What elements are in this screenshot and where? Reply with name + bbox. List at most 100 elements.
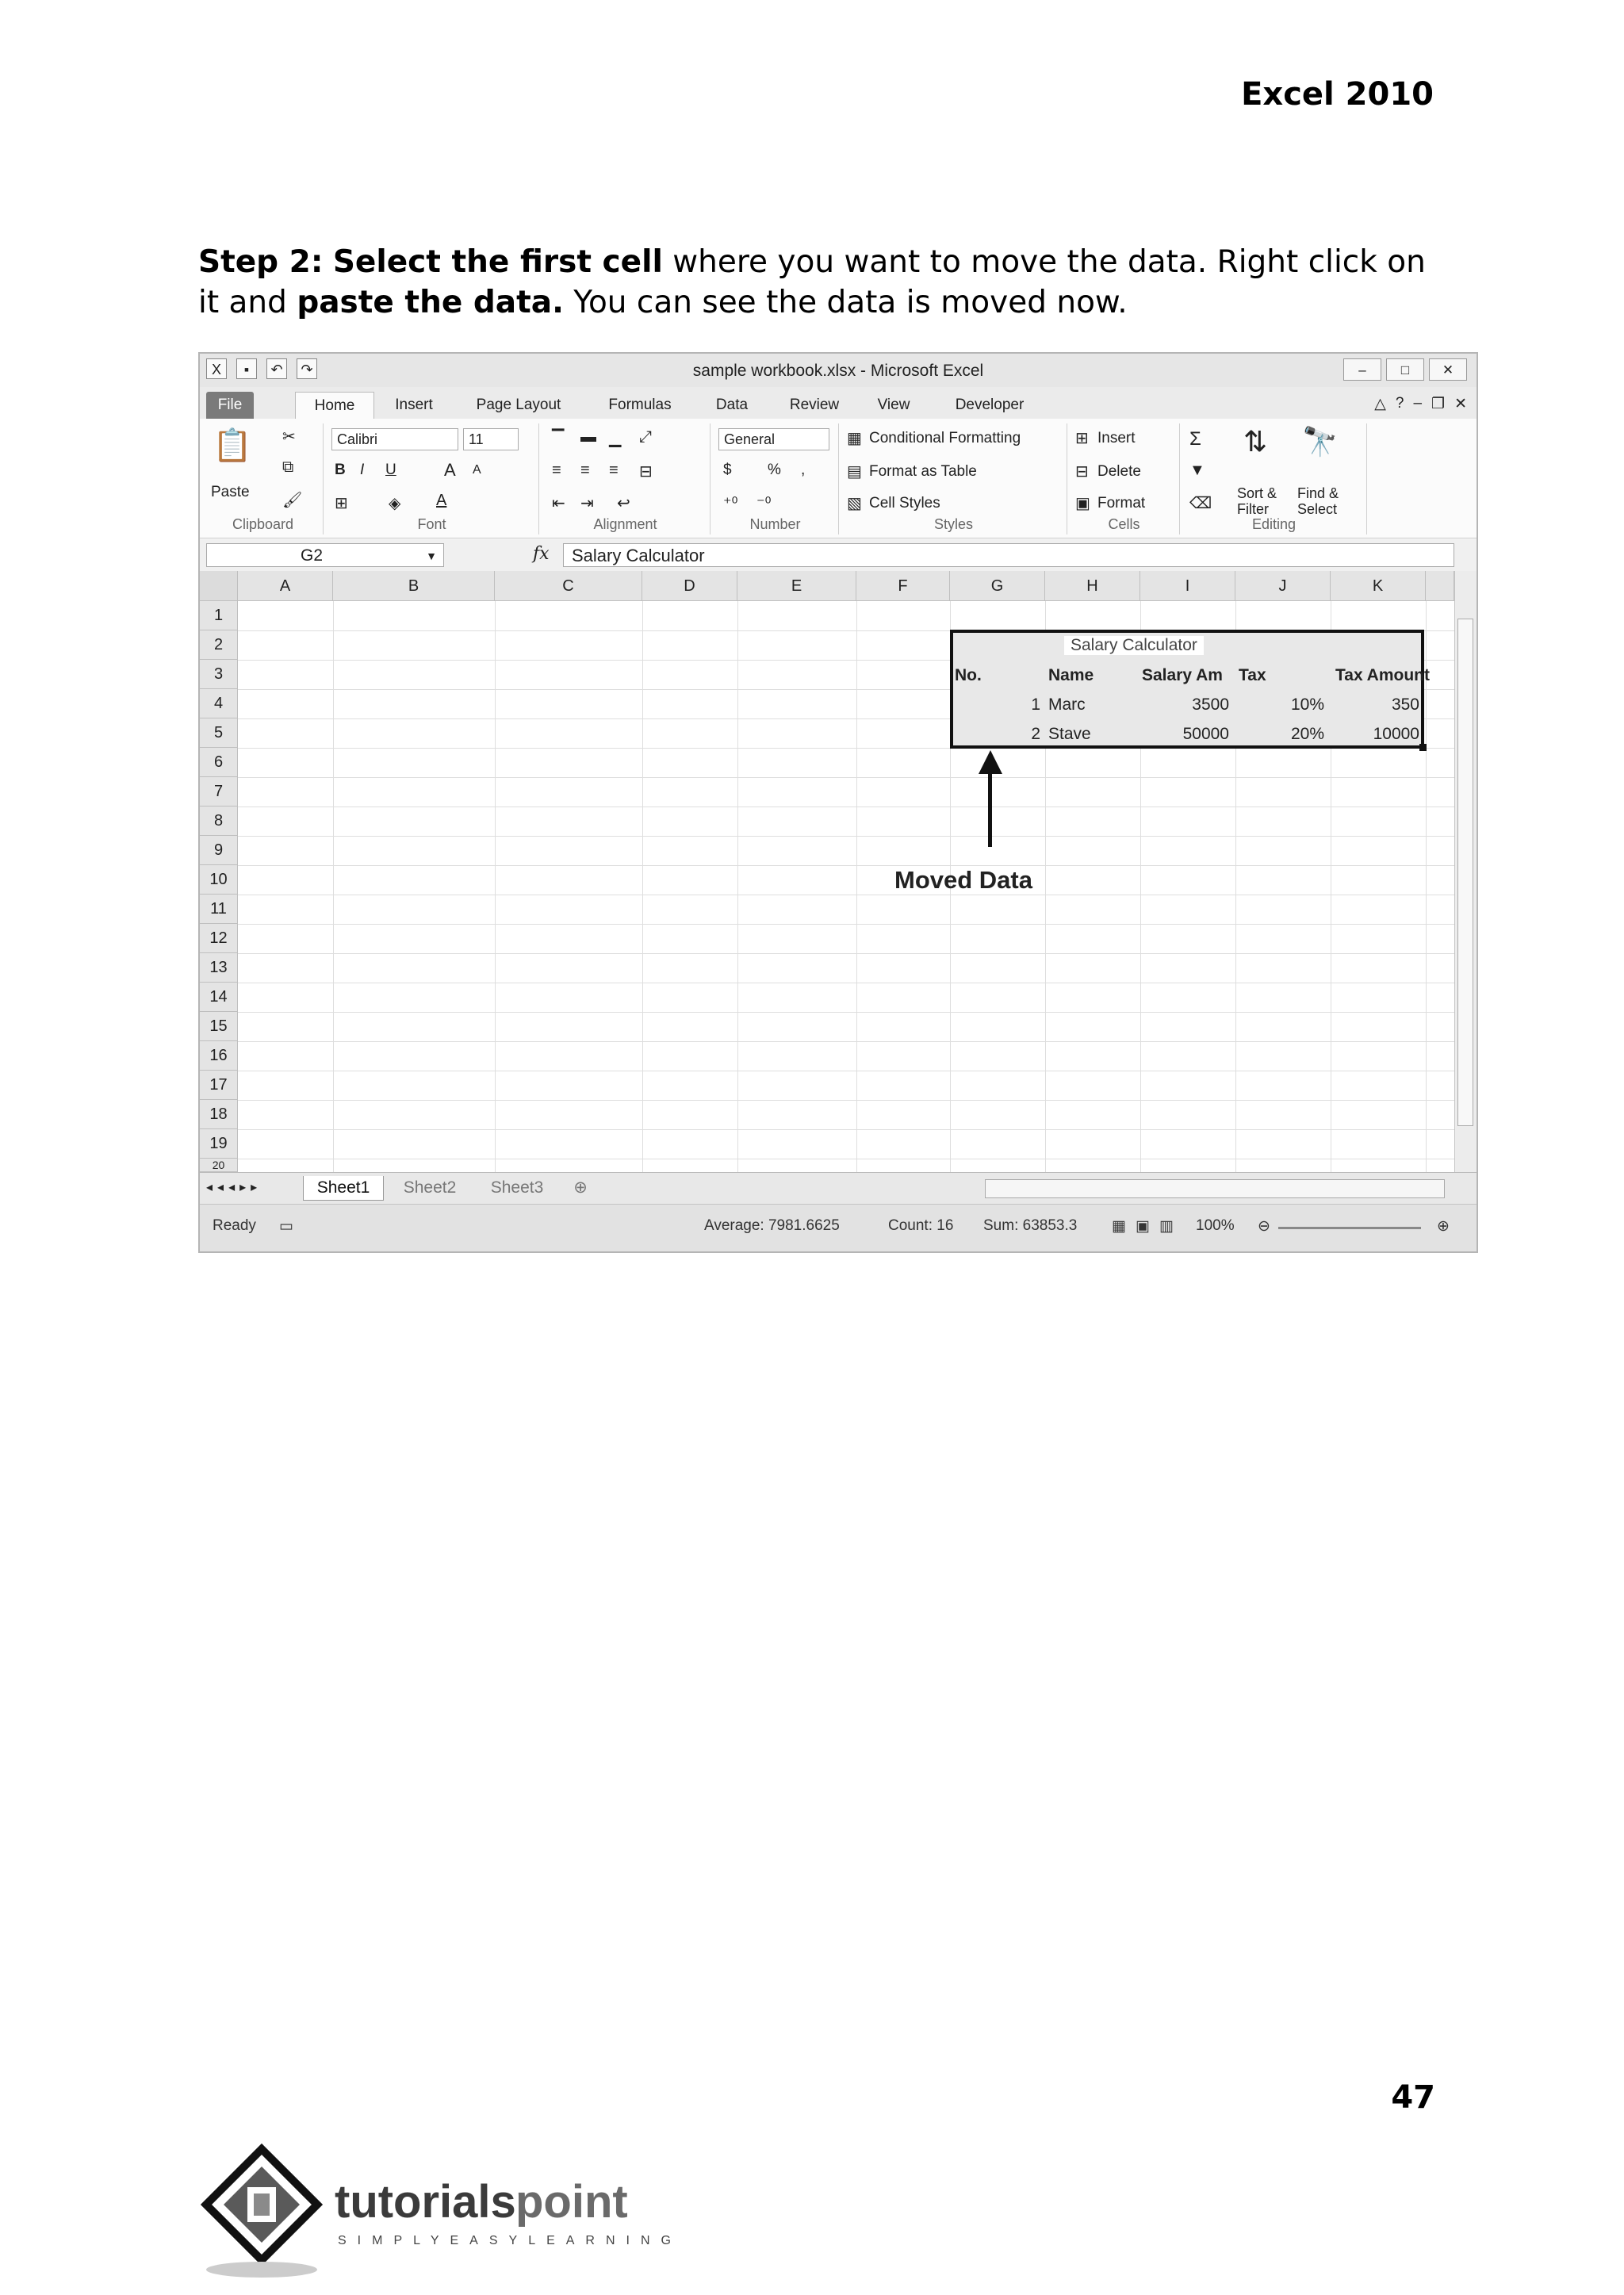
row-header-18[interactable]: 18: [200, 1100, 238, 1129]
align-center-icon[interactable]: ≡: [580, 462, 590, 480]
font-name-select[interactable]: Calibri: [331, 428, 458, 450]
row-header-12[interactable]: 12: [200, 924, 238, 953]
close-icon[interactable]: ✕: [1429, 358, 1467, 381]
clear-icon[interactable]: ⌫: [1189, 493, 1212, 513]
grow-font-button[interactable]: A: [444, 460, 456, 481]
formula-input[interactable]: Salary Calculator: [563, 543, 1454, 567]
ribbon-minimize-icon[interactable]: △: [1374, 395, 1386, 413]
number-format-select[interactable]: General: [718, 428, 829, 450]
tab-file[interactable]: File: [206, 392, 254, 419]
column-header-k[interactable]: K: [1331, 571, 1426, 601]
column-header-e[interactable]: E: [737, 571, 856, 601]
chevron-down-icon[interactable]: ▼: [426, 544, 437, 568]
page-layout-view-icon[interactable]: ▣: [1136, 1217, 1150, 1236]
column-header-i[interactable]: I: [1140, 571, 1235, 601]
row-header-17[interactable]: 17: [200, 1071, 238, 1100]
comma-button[interactable]: ,: [801, 462, 805, 479]
tab-home[interactable]: Home: [295, 392, 374, 420]
conditional-formatting-button[interactable]: Conditional Formatting: [869, 430, 1021, 447]
table-cell[interactable]: 10000: [1331, 725, 1419, 744]
tab-review[interactable]: Review: [779, 392, 850, 419]
align-middle-icon[interactable]: ▬: [580, 428, 596, 446]
column-header-j[interactable]: J: [1235, 571, 1331, 601]
tab-insert[interactable]: Insert: [382, 392, 446, 419]
underline-button[interactable]: U: [385, 462, 396, 479]
sheet-navigation-icon[interactable]: ◂◂◂▸▸: [206, 1179, 262, 1195]
header-cell-salary[interactable]: Salary Am: [1142, 666, 1223, 685]
row-header-14[interactable]: 14: [200, 983, 238, 1012]
fill-icon[interactable]: ▼: [1189, 462, 1205, 480]
fill-handle[interactable]: [1419, 744, 1427, 751]
column-header-c[interactable]: C: [495, 571, 642, 601]
orientation-icon[interactable]: ⤢: [639, 428, 652, 446]
table-cell[interactable]: 2: [1001, 725, 1040, 744]
wrap-text-icon[interactable]: ↩: [617, 493, 630, 513]
row-header-2[interactable]: 2: [200, 630, 238, 660]
tab-developer[interactable]: Developer: [942, 392, 1037, 419]
insert-function-icon[interactable]: fx: [533, 544, 550, 564]
workbook-minimize-icon[interactable]: –: [1413, 395, 1422, 413]
column-header-g[interactable]: G: [950, 571, 1045, 601]
insert-sheet-icon[interactable]: ⊕: [565, 1176, 596, 1200]
insert-cells-button[interactable]: Insert: [1097, 430, 1136, 447]
format-as-table-button[interactable]: Format as Table: [869, 463, 977, 481]
copy-icon[interactable]: ⧉: [282, 458, 293, 477]
zoom-out-icon[interactable]: ⊖: [1258, 1217, 1270, 1236]
zoom-level[interactable]: 100%: [1196, 1217, 1235, 1235]
row-header-3[interactable]: 3: [200, 660, 238, 689]
worksheet-grid[interactable]: A B C D E F G H I J K 1 2 3 4 5 6 7 8 9 …: [200, 571, 1454, 1172]
filter-label[interactable]: Filter: [1237, 501, 1269, 518]
table-cell[interactable]: 10%: [1235, 695, 1324, 715]
row-header-20[interactable]: 20: [200, 1159, 238, 1172]
row-header-6[interactable]: 6: [200, 748, 238, 777]
align-top-icon[interactable]: ▔: [552, 428, 564, 448]
font-size-select[interactable]: 11: [463, 428, 519, 450]
row-header-13[interactable]: 13: [200, 953, 238, 983]
row-header-19[interactable]: 19: [200, 1129, 238, 1159]
header-cell-tax[interactable]: Tax: [1239, 666, 1266, 685]
table-cell[interactable]: Marc: [1048, 695, 1086, 715]
find-select-label[interactable]: Find &: [1297, 485, 1339, 502]
align-right-icon[interactable]: ≡: [609, 462, 619, 480]
row-header-16[interactable]: 16: [200, 1041, 238, 1071]
macro-record-icon[interactable]: ▭: [279, 1217, 293, 1236]
shrink-font-button[interactable]: A: [473, 463, 481, 477]
workbook-close-icon[interactable]: ✕: [1454, 395, 1467, 413]
borders-icon[interactable]: ⊞: [335, 493, 348, 513]
tab-view[interactable]: View: [866, 392, 921, 419]
header-cell-tax-amount[interactable]: Tax Amount: [1335, 666, 1430, 685]
decrease-indent-icon[interactable]: ⇤: [552, 493, 565, 513]
vertical-scrollbar[interactable]: [1454, 571, 1477, 1172]
bold-button[interactable]: B: [335, 462, 346, 479]
column-header-f[interactable]: F: [856, 571, 950, 601]
delete-cells-button[interactable]: Delete: [1097, 463, 1141, 481]
minimize-icon[interactable]: –: [1343, 358, 1381, 381]
help-icon[interactable]: ?: [1396, 395, 1404, 413]
table-title-cell[interactable]: Salary Calculator: [1064, 636, 1204, 655]
normal-view-icon[interactable]: ▦: [1112, 1217, 1126, 1236]
select-all-corner[interactable]: [200, 571, 238, 601]
currency-button[interactable]: $: [723, 462, 732, 479]
cut-icon[interactable]: ✂: [282, 427, 296, 446]
horizontal-scrollbar[interactable]: [985, 1179, 1445, 1198]
decrease-decimal-icon[interactable]: ⁻⁰: [756, 493, 772, 513]
header-cell-no[interactable]: No.: [955, 666, 982, 685]
column-header-a[interactable]: A: [238, 571, 333, 601]
zoom-in-icon[interactable]: ⊕: [1437, 1217, 1450, 1236]
name-box[interactable]: G2 ▼: [206, 543, 444, 567]
tab-formulas[interactable]: Formulas: [596, 392, 684, 419]
font-color-icon[interactable]: A: [436, 492, 446, 510]
merge-center-icon[interactable]: ⊟: [639, 462, 653, 481]
increase-indent-icon[interactable]: ⇥: [580, 493, 594, 513]
row-header-5[interactable]: 5: [200, 718, 238, 748]
row-header-4[interactable]: 4: [200, 689, 238, 718]
table-cell[interactable]: 3500: [1140, 695, 1229, 715]
workbook-restore-icon[interactable]: ❐: [1431, 395, 1445, 413]
table-cell[interactable]: 20%: [1235, 725, 1324, 744]
increase-decimal-icon[interactable]: ⁺⁰: [723, 493, 738, 513]
column-header-d[interactable]: D: [642, 571, 737, 601]
paste-button[interactable]: Paste: [211, 484, 250, 501]
format-painter-icon[interactable]: 🖌: [282, 490, 302, 510]
tab-page-layout[interactable]: Page Layout: [463, 392, 574, 419]
fill-color-icon[interactable]: ◈: [389, 493, 400, 513]
